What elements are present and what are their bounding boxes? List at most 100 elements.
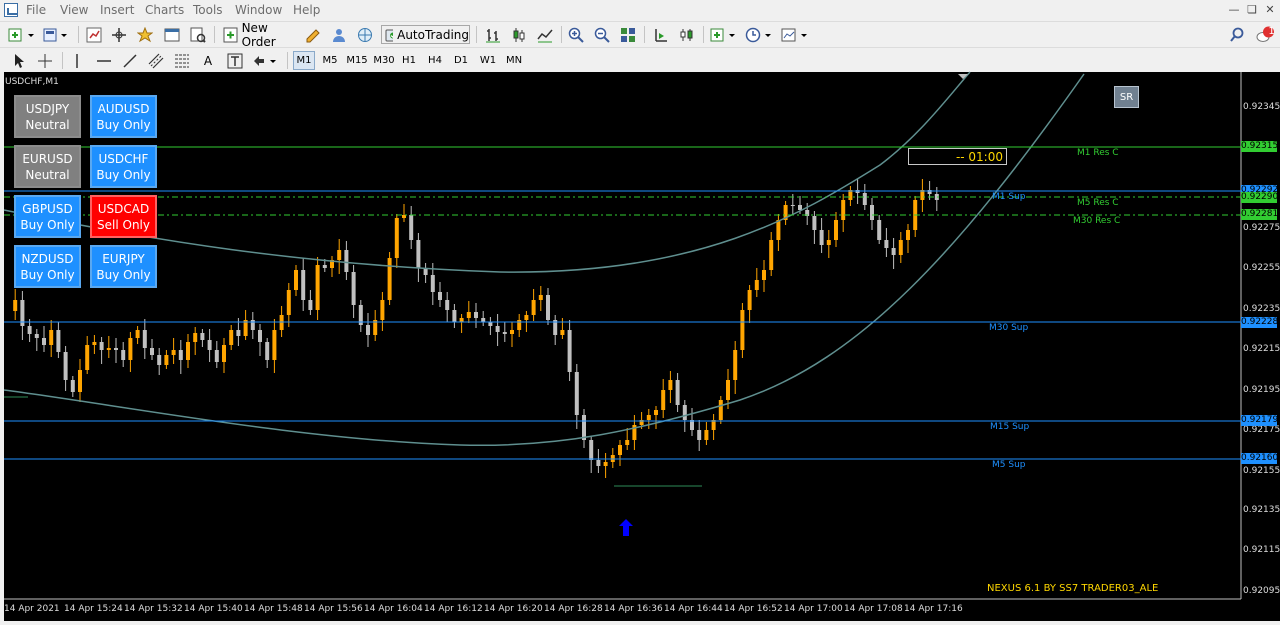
data-window-button[interactable] [109, 25, 129, 44]
time-tick: 14 Apr 16:44 [664, 604, 723, 614]
zoom-in-icon [568, 27, 584, 43]
tf-d1[interactable]: D1 [450, 51, 472, 70]
bar-chart-button[interactable] [483, 25, 503, 44]
text-icon: A [203, 53, 213, 68]
time-tick: 14 Apr 15:32 [124, 604, 183, 614]
menu-help[interactable]: Help [293, 3, 320, 17]
text-label-button[interactable] [225, 51, 245, 70]
level-label-m1-res: M1 Res C [1077, 148, 1119, 158]
tf-m5[interactable]: M5 [319, 51, 341, 70]
tf-mn[interactable]: MN [503, 51, 525, 70]
tf-h4[interactable]: H4 [424, 51, 446, 70]
strategy-tester-button[interactable] [188, 25, 208, 44]
terminal-button[interactable] [162, 25, 182, 44]
tf-m1[interactable]: M1 [293, 51, 315, 70]
cursor-button[interactable] [10, 51, 28, 70]
search-button[interactable] [1227, 25, 1247, 44]
pair-button-gbpusd[interactable]: GBPUSD Buy Only [14, 195, 81, 238]
notification-count: 1 [1268, 26, 1275, 37]
trend-line-button[interactable] [120, 51, 140, 70]
menu-file[interactable]: File [26, 3, 46, 17]
price-tick: 0.92215 [1243, 344, 1280, 354]
minimize-icon[interactable]: — [1226, 2, 1242, 18]
crosshair-button[interactable] [35, 51, 55, 70]
time-tick: 14 Apr 16:52 [724, 604, 783, 614]
market-watch-button[interactable] [84, 25, 104, 44]
cursor-icon [15, 53, 24, 68]
templates-button[interactable] [780, 25, 812, 44]
horizontal-line-icon [97, 59, 111, 62]
profiles-icon [43, 28, 67, 41]
zoom-in-button[interactable] [566, 25, 586, 44]
chart-window[interactable] [4, 72, 1241, 599]
level-label-m30-res: M30 Res C [1073, 216, 1121, 226]
metaeditor-button[interactable] [303, 25, 323, 44]
globe-icon [358, 27, 372, 42]
level-label-m30-sup: M30 Sup [989, 323, 1029, 333]
menu-charts[interactable]: Charts [145, 3, 184, 17]
new-order-button[interactable]: New Order [220, 21, 300, 49]
tester-icon [190, 27, 206, 43]
time-tick: 14 Apr 17:16 [904, 604, 963, 614]
equidistant-channel-button[interactable] [146, 51, 166, 70]
pair-button-nzdusd[interactable]: NZDUSD Buy Only [14, 245, 81, 288]
line-chart-button[interactable] [535, 25, 555, 44]
candlestick-button[interactable] [509, 25, 529, 44]
time-tick: 14 Apr 15:48 [244, 604, 303, 614]
notifications-button[interactable]: 1 [1254, 25, 1276, 44]
crosshair-icon [38, 53, 52, 68]
app-icon[interactable] [4, 3, 18, 17]
chart-shift-button[interactable] [651, 25, 671, 44]
zoom-out-button[interactable] [592, 25, 612, 44]
periods-button[interactable] [744, 25, 776, 44]
candle-timer: -- 01:00 [908, 148, 1007, 165]
market-button[interactable] [355, 25, 375, 44]
arrows-button[interactable] [252, 51, 280, 70]
indicators-button[interactable] [709, 25, 741, 44]
pair-button-usdchf[interactable]: USDCHF Buy Only [90, 145, 157, 188]
price-tick: 0.92235 [1243, 304, 1280, 314]
time-tick: 14 Apr 2021 [4, 604, 60, 614]
horizontal-line-button[interactable] [94, 51, 114, 70]
tf-w1[interactable]: W1 [477, 51, 499, 70]
candlestick-icon [513, 27, 525, 42]
vertical-line-button[interactable] [68, 51, 86, 70]
pair-button-audusd[interactable]: AUDUSD Buy Only [90, 95, 157, 138]
profiles-button[interactable] [42, 25, 74, 44]
star-folder-icon [137, 26, 153, 42]
new-chart-button[interactable] [6, 25, 40, 44]
pair-button-usdjpy[interactable]: USDJPY Neutral [14, 95, 81, 138]
price-tick: 0.92095 [1243, 586, 1280, 596]
text-label-icon [227, 53, 243, 68]
crosshair-move-icon [112, 27, 126, 42]
tf-h1[interactable]: H1 [398, 51, 420, 70]
menu-window[interactable]: Window [235, 3, 282, 17]
bar-chart-icon [486, 28, 500, 42]
signals-button[interactable] [329, 25, 349, 44]
time-tick: 14 Apr 17:08 [844, 604, 903, 614]
pair-button-usdcad[interactable]: USDCAD Sell Only [90, 195, 157, 238]
new-order-icon [223, 27, 238, 42]
restore-icon[interactable]: ❏ [1244, 2, 1260, 18]
price-tick: 0.92275 [1243, 223, 1280, 233]
auto-scroll-button[interactable] [677, 25, 697, 44]
sr-button[interactable]: SR [1114, 86, 1139, 108]
pair-button-eurjpy[interactable]: EURJPY Buy Only [90, 245, 157, 288]
autotrading-button[interactable]: AutoTrading [381, 25, 470, 44]
tf-m15[interactable]: M15 [344, 51, 370, 70]
fibonacci-button[interactable] [172, 51, 192, 70]
time-tick: 14 Apr 15:40 [184, 604, 243, 614]
menu-insert[interactable]: Insert [100, 3, 134, 17]
text-button[interactable]: A [199, 51, 217, 70]
menu-tools[interactable]: Tools [193, 3, 223, 17]
close-icon[interactable]: ✕ [1262, 2, 1278, 18]
tf-m30[interactable]: M30 [371, 51, 397, 70]
pair-button-eurusd[interactable]: EURUSD Neutral [14, 145, 81, 188]
zoom-out-icon [594, 27, 610, 43]
autotrading-icon [385, 29, 394, 41]
menu-view[interactable]: View [60, 3, 88, 17]
tile-windows-button[interactable] [618, 25, 638, 44]
navigator-button[interactable] [135, 25, 155, 44]
clock-icon [745, 27, 771, 42]
price-tick: 0.92255 [1243, 263, 1280, 273]
